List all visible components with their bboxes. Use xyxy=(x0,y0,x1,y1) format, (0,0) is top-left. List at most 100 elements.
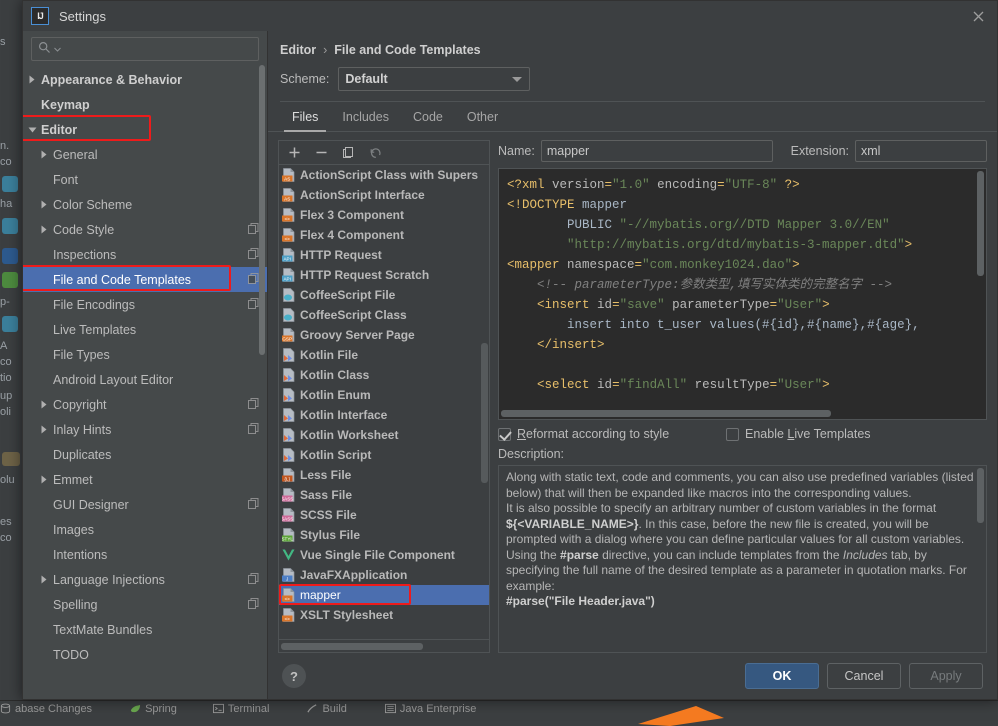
sidebar-item-images[interactable]: Images xyxy=(23,517,267,542)
template-list-item[interactable]: Kotlin Class xyxy=(279,365,489,385)
tab-includes[interactable]: Includes xyxy=(330,108,401,131)
remove-template-button[interactable] xyxy=(314,146,328,160)
template-tabs[interactable]: Files Includes Code Other xyxy=(268,102,997,132)
search-input[interactable] xyxy=(65,41,252,57)
sidebar-item-copyright[interactable]: Copyright xyxy=(23,392,267,417)
templates-list-hscrollbar-track[interactable] xyxy=(278,640,490,653)
template-list-item[interactable]: STYL Stylus File xyxy=(279,525,489,545)
chevron-down-icon[interactable] xyxy=(23,126,41,134)
template-list-item[interactable]: AS ActionScript Class with Supers xyxy=(279,165,489,185)
tab-other[interactable]: Other xyxy=(455,108,510,131)
template-list-item[interactable]: <> mapper xyxy=(279,585,489,605)
template-list-item[interactable]: Kotlin Worksheet xyxy=(279,425,489,445)
sidebar-item-general[interactable]: General xyxy=(23,142,267,167)
copy-settings-icon[interactable] xyxy=(248,247,259,262)
close-icon[interactable] xyxy=(969,7,987,25)
template-list-item[interactable]: GSP Groovy Server Page xyxy=(279,325,489,345)
reset-template-button[interactable] xyxy=(368,146,382,160)
template-list-item[interactable]: Vue Single File Component xyxy=(279,545,489,565)
template-list-item[interactable]: API HTTP Request xyxy=(279,245,489,265)
sidebar-item-gui-designer[interactable]: GUI Designer xyxy=(23,492,267,517)
breadcrumb-parent[interactable]: Editor xyxy=(280,43,316,57)
copy-settings-icon[interactable] xyxy=(248,272,259,287)
templates-list-scrollbar[interactable] xyxy=(481,343,488,483)
sidebar-item-todo[interactable]: TODO xyxy=(23,642,267,667)
sidebar-item-duplicates[interactable]: Duplicates xyxy=(23,442,267,467)
apply-button[interactable]: Apply xyxy=(909,663,983,689)
template-list-item[interactable]: <> XSLT Stylesheet xyxy=(279,605,489,625)
add-template-button[interactable] xyxy=(287,146,301,160)
copy-settings-icon[interactable] xyxy=(248,597,259,612)
template-list-item[interactable]: CoffeeScript Class xyxy=(279,305,489,325)
name-input[interactable] xyxy=(540,140,773,162)
sidebar-item-emmet[interactable]: Emmet xyxy=(23,467,267,492)
scheme-dropdown[interactable]: Default xyxy=(338,67,531,91)
template-list-item[interactable]: SASS SCSS File xyxy=(279,505,489,525)
sidebar-scrollbar-thumb[interactable] xyxy=(259,65,265,355)
template-list-item[interactable]: SASS Sass File xyxy=(279,485,489,505)
templates-toolbar[interactable] xyxy=(278,140,490,164)
template-list-item[interactable]: AS ActionScript Interface xyxy=(279,185,489,205)
copy-settings-icon[interactable] xyxy=(248,572,259,587)
template-list-item[interactable]: API HTTP Request Scratch xyxy=(279,265,489,285)
sidebar-item-editor[interactable]: Editor xyxy=(23,117,267,142)
template-list-item[interactable]: J JavaFXApplication xyxy=(279,565,489,585)
template-list-item[interactable]: <> Flex 4 Component xyxy=(279,225,489,245)
code-editor-hscrollbar[interactable] xyxy=(501,410,831,417)
tab-files[interactable]: Files xyxy=(280,108,330,132)
copy-settings-icon[interactable] xyxy=(248,222,259,237)
live-templates-checkbox[interactable]: Enable Live Templates xyxy=(726,427,871,441)
chevron-right-icon[interactable] xyxy=(35,575,53,584)
live-templates-checkbox-box[interactable] xyxy=(726,427,739,441)
chevron-right-icon[interactable] xyxy=(35,150,53,159)
sidebar-item-inspections[interactable]: Inspections xyxy=(23,242,267,267)
sidebar-item-language-injections[interactable]: Language Injections xyxy=(23,567,267,592)
copy-settings-icon[interactable] xyxy=(248,422,259,437)
extension-input[interactable] xyxy=(855,140,987,162)
templates-list-hscrollbar-thumb[interactable] xyxy=(281,643,423,650)
template-list-item[interactable]: <> Flex 3 Component xyxy=(279,205,489,225)
template-list-item[interactable]: {L} Less File xyxy=(279,465,489,485)
copy-settings-icon[interactable] xyxy=(248,397,259,412)
chevron-right-icon[interactable] xyxy=(23,75,41,84)
sidebar-item-file-and-code-templates[interactable]: File and Code Templates xyxy=(23,267,267,292)
sidebar-item-file-encodings[interactable]: File Encodings xyxy=(23,292,267,317)
template-list-item[interactable]: Kotlin Script xyxy=(279,445,489,465)
chevron-right-icon[interactable] xyxy=(35,475,53,484)
sidebar-item-color-scheme[interactable]: Color Scheme xyxy=(23,192,267,217)
search-box[interactable] xyxy=(31,37,259,61)
template-list-item[interactable]: CoffeeScript File xyxy=(279,285,489,305)
tool-window-spring[interactable]: Spring xyxy=(130,703,177,715)
template-list-item[interactable]: Kotlin Enum xyxy=(279,385,489,405)
chevron-right-icon[interactable] xyxy=(35,425,53,434)
tab-code[interactable]: Code xyxy=(401,108,455,131)
template-code-editor[interactable]: <?xml version="1.0" encoding="UTF-8" ?> … xyxy=(498,168,987,420)
copy-settings-icon[interactable] xyxy=(248,297,259,312)
sidebar-item-keymap[interactable]: Keymap xyxy=(23,92,267,117)
sidebar-item-textmate-bundles[interactable]: TextMate Bundles xyxy=(23,617,267,642)
copy-settings-icon[interactable] xyxy=(248,497,259,512)
help-button[interactable]: ? xyxy=(282,664,306,688)
template-list-item[interactable]: Kotlin File xyxy=(279,345,489,365)
sidebar-item-spelling[interactable]: Spelling xyxy=(23,592,267,617)
templates-list[interactable]: AS ActionScript Class with Supers AS Action… xyxy=(278,164,490,640)
reformat-checkbox-box[interactable] xyxy=(498,427,511,441)
chevron-right-icon[interactable] xyxy=(35,400,53,409)
template-list-item[interactable]: Kotlin Interface xyxy=(279,405,489,425)
copy-template-button[interactable] xyxy=(341,146,355,160)
ok-button[interactable]: OK xyxy=(745,663,819,689)
sidebar-item-file-types[interactable]: File Types xyxy=(23,342,267,367)
sidebar-item-android-layout-editor[interactable]: Android Layout Editor xyxy=(23,367,267,392)
sidebar-item-font[interactable]: Font xyxy=(23,167,267,192)
sidebar-item-code-style[interactable]: Code Style xyxy=(23,217,267,242)
description-scrollbar[interactable] xyxy=(977,468,984,523)
sidebar-item-intentions[interactable]: Intentions xyxy=(23,542,267,567)
sidebar-scrollbar[interactable] xyxy=(259,65,265,495)
ide-tool-window-bar[interactable]: abase Changes Spring Terminal Build Java… xyxy=(0,700,998,716)
sidebar-item-live-templates[interactable]: Live Templates xyxy=(23,317,267,342)
reformat-checkbox[interactable]: Reformat according to style xyxy=(498,427,726,441)
sidebar-item-inlay-hints[interactable]: Inlay Hints xyxy=(23,417,267,442)
chevron-right-icon[interactable] xyxy=(35,225,53,234)
code-editor-vscrollbar[interactable] xyxy=(977,171,984,276)
sidebar-item-appearance-behavior[interactable]: Appearance & Behavior xyxy=(23,67,267,92)
